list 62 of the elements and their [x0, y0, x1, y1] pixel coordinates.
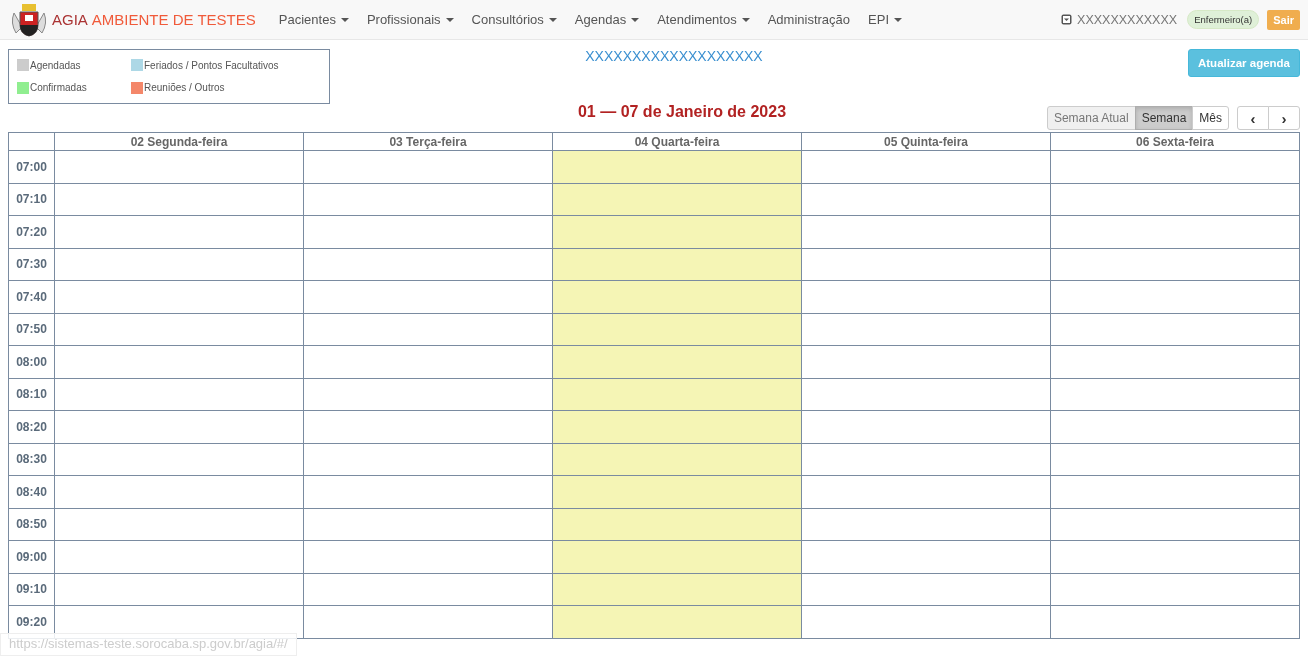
today-slot[interactable]: [552, 443, 802, 476]
today-slot[interactable]: [552, 183, 802, 216]
menu-item[interactable]: EPI: [859, 12, 912, 27]
previous-button[interactable]: ‹: [1237, 106, 1269, 130]
day-header: 05 Quinta-feira: [801, 132, 1051, 151]
legend-label: Feriados / Pontos Facultativos: [144, 59, 279, 71]
today-slot[interactable]: [552, 215, 802, 248]
today-slot[interactable]: [552, 150, 802, 183]
time-label: 08:20: [8, 410, 55, 443]
today-slot[interactable]: [552, 605, 802, 638]
time-label: 08:40: [8, 475, 55, 508]
day-header: 04 Quarta-feira: [552, 132, 802, 151]
time-label: 07:40: [8, 280, 55, 313]
day-header: 02 Segunda-feira: [54, 132, 304, 151]
today-slot[interactable]: [552, 508, 802, 541]
today-slot[interactable]: [552, 345, 802, 378]
menu-item[interactable]: Profissionais: [357, 12, 463, 27]
legend-label: Confirmadas: [30, 82, 87, 94]
time-label: 07:30: [8, 248, 55, 281]
caret-icon[interactable]: [631, 17, 640, 22]
time-label: 07:50: [8, 313, 55, 346]
menu-item[interactable]: Consultórios: [462, 12, 566, 27]
today-slot[interactable]: [552, 280, 802, 313]
user-name[interactable]: XXXXXXXXXXXX: [1077, 12, 1178, 27]
time-label: 07:10: [8, 183, 55, 216]
menu-item[interactable]: Agendas: [565, 12, 649, 27]
time-label: 08:50: [8, 508, 55, 541]
menu-item[interactable]: Pacientes: [269, 12, 358, 27]
caret-icon[interactable]: [340, 17, 349, 22]
menu-item[interactable]: Administração: [758, 12, 860, 27]
today-slot[interactable]: [552, 378, 802, 411]
legend-label: Reuniões / Outros: [144, 82, 225, 94]
menu-item[interactable]: Atendimentos: [648, 12, 759, 27]
date-range: 01 — 07 de Janeiro de 2023: [577, 103, 787, 121]
today-slot[interactable]: [552, 540, 802, 573]
brand-name: AGIA: [52, 11, 88, 28]
day-header: 03 Terça-feira: [303, 132, 553, 151]
day-header: 06 Sexta-feira: [1050, 132, 1300, 151]
view-tab[interactable]: Semana: [1134, 106, 1194, 130]
time-label: 07:20: [8, 215, 55, 248]
next-button[interactable]: ›: [1268, 106, 1300, 130]
caret-icon[interactable]: [741, 17, 750, 22]
time-label: 08:30: [8, 443, 55, 476]
time-label: 09:10: [8, 573, 55, 606]
caret-icon[interactable]: [445, 17, 454, 22]
legend-label: Agendadas: [30, 59, 81, 71]
time-label: 08:10: [8, 378, 55, 411]
time-label: 07:00: [8, 150, 55, 183]
time-label: 09:00: [8, 540, 55, 573]
role-badge: Enfermeiro(a): [1187, 10, 1260, 29]
environment-name: AMBIENTE DE TESTES: [91, 11, 256, 28]
time-label: 08:00: [8, 345, 55, 378]
caret-icon[interactable]: [894, 17, 903, 22]
caret-icon[interactable]: [548, 17, 557, 22]
dropdown-icon[interactable]: [1061, 14, 1073, 25]
today-slot[interactable]: [552, 313, 802, 346]
today-slot[interactable]: [552, 248, 802, 281]
view-tab[interactable]: Mês: [1192, 106, 1229, 130]
today-slot[interactable]: [552, 475, 802, 508]
today-slot[interactable]: [552, 573, 802, 606]
today-slot[interactable]: [552, 410, 802, 443]
agenda-title: XXXXXXXXXXXXXXXXXXX: [585, 48, 763, 64]
